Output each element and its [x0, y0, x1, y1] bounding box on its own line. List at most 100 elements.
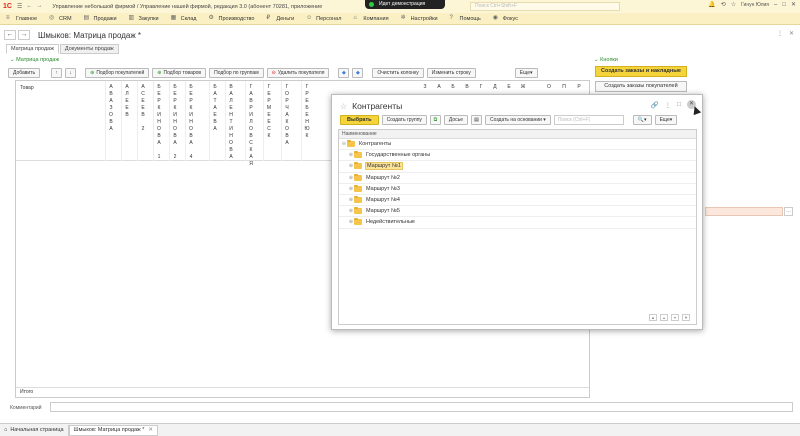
column-header-buyer[interactable]: Б — [450, 84, 456, 91]
column-header-buyer[interactable]: Г Р Е Б Е Н Ю К — [304, 84, 310, 140]
section-company[interactable]: ⌂ Компания — [353, 15, 388, 22]
copy-icon[interactable]: ⧉ — [429, 114, 441, 125]
search-options-button[interactable]: 🔍 ▾ — [632, 114, 652, 125]
column-header-buyer[interactable]: Д — [492, 84, 498, 91]
back-icon[interactable]: ← — [26, 3, 32, 10]
forward-icon[interactable]: → — [36, 3, 42, 10]
column-header-buyer[interactable]: Г Е Р М Е Е С К — [266, 84, 272, 140]
section-money[interactable]: ₽ Деньги — [266, 15, 294, 22]
favorites-icon[interactable]: ☆ — [731, 1, 736, 8]
pick-buyers-button[interactable]: ⊕ Подбор покупателей — [85, 67, 150, 78]
tab-sales-documents[interactable]: Документы продаж — [59, 44, 119, 54]
move-down-button[interactable]: ↓ — [65, 67, 77, 78]
favorite-star-icon[interactable]: ☆ — [340, 102, 347, 111]
close-window-icon[interactable]: ✕ — [791, 1, 796, 8]
column-header-buyer[interactable]: П — [561, 84, 567, 91]
clear-column-button[interactable]: Очистить колонку — [372, 67, 424, 78]
list-item[interactable]: ⊕ Маршрут №4 — [339, 195, 696, 207]
pick-goods-button[interactable]: ⊕ Подбор товаров — [152, 67, 207, 78]
dialog-search-input[interactable]: Поиск (Ctrl+F) — [553, 114, 624, 125]
more-options-icon[interactable]: ⋮ — [665, 101, 672, 109]
pick-by-groups-button[interactable]: Подбор по группам — [209, 67, 264, 78]
section-production[interactable]: ⚙ Производство — [209, 15, 255, 22]
create-orders-and-invoices-button[interactable]: Создать заказы и накладные — [595, 66, 687, 77]
column-header-buyer[interactable]: З — [422, 84, 428, 91]
move-up-button[interactable]: ↑ — [51, 67, 63, 78]
column-header-buyer[interactable]: Г О Р Ч А К О В А — [284, 84, 290, 147]
field-choice-icon[interactable]: … — [784, 207, 793, 216]
section-home[interactable]: ≡ Главное — [6, 15, 37, 22]
list-item[interactable]: ⊕ Маршрут №5 — [339, 206, 696, 218]
global-search-input[interactable]: Поиск Ctrl+Shift+F — [470, 2, 620, 11]
tab-start-page[interactable]: ⌂ Начальная страница — [0, 424, 69, 436]
create-group-button[interactable]: Создать группу — [381, 114, 427, 125]
link-icon[interactable]: 🔗 — [650, 101, 658, 109]
forward-button[interactable]: → — [18, 30, 30, 40]
column-header-buyer[interactable]: В — [464, 84, 470, 91]
section-purchases[interactable]: ▥ Закупки — [129, 15, 159, 22]
list-item-selected[interactable]: ⊕ Маршрут №1 — [339, 161, 696, 173]
column-header-buyer[interactable]: А Л Е Е В — [124, 84, 130, 119]
column-header-buyer[interactable]: Ж — [520, 84, 526, 91]
column-header-buyer[interactable]: Р — [576, 84, 582, 91]
user-name[interactable]: Гинун Юлия — [741, 2, 769, 8]
create-buyer-orders-button[interactable]: Создать заказы покупателей — [595, 81, 687, 92]
scroll-down-icon[interactable]: ▾ — [671, 314, 679, 321]
history-icon[interactable]: ⟲ — [721, 1, 726, 8]
section-help[interactable]: ? Помощь — [450, 15, 481, 22]
close-tab-icon[interactable]: ✕ — [148, 427, 153, 433]
create-based-on-button[interactable]: Создать на основании ▾ — [485, 114, 551, 125]
section-staff[interactable]: ☺ Персонал — [306, 15, 341, 22]
scroll-bottom-icon[interactable]: ▼ — [682, 314, 690, 321]
close-form-icon[interactable]: ✕ — [789, 30, 794, 37]
column-header-buyer[interactable]: А — [436, 84, 442, 91]
fill-left-button[interactable]: ◆ — [338, 67, 350, 78]
column-header-buyer[interactable]: А С Е Е В 2 — [140, 84, 146, 133]
column-header-buyer[interactable]: Г — [478, 84, 484, 91]
dossier-button[interactable]: Досье — [443, 114, 469, 125]
list-item[interactable]: ⊕ Недействительные — [339, 217, 696, 229]
column-header-buyer[interactable]: О — [546, 84, 552, 91]
column-header-buyer[interactable]: В А Л Е Н Т И Н О В А — [228, 84, 234, 161]
select-button[interactable]: Выбрать — [340, 114, 379, 125]
highlighted-field[interactable] — [705, 207, 783, 216]
section-focus[interactable]: ◉ Фокус — [493, 15, 518, 22]
section-settings[interactable]: ✲ Настройки — [401, 15, 438, 22]
column-header-buyer[interactable]: Г А В Р И Л О В С К А Я — [248, 84, 254, 168]
notifications-icon[interactable]: 🔔 — [708, 1, 715, 8]
list-item[interactable]: ⊕ Маршрут №3 — [339, 184, 696, 195]
minimize-icon[interactable]: – — [774, 2, 777, 8]
maximize-icon[interactable]: □ — [677, 101, 681, 108]
menu-icon[interactable]: ☰ — [17, 3, 22, 10]
section-sales[interactable]: ▤ Продажи — [84, 15, 117, 22]
tab-sales-matrix[interactable]: Матрица продаж — [6, 44, 59, 54]
column-header-buyer[interactable]: Б Е Р К И Н О В А 1 — [156, 84, 162, 161]
tree-root[interactable]: ⊖ Контрагенты — [339, 139, 696, 151]
scroll-up-icon[interactable]: ▴ — [660, 314, 668, 321]
column-header-buyer[interactable]: Б А Т А Е В А — [212, 84, 218, 133]
maximize-icon[interactable]: □ — [782, 2, 786, 8]
tab-sales-matrix-window[interactable]: Шмыков: Матрица продаж * ✕ — [68, 424, 158, 436]
dialog-more-button[interactable]: Еще ▾ — [654, 114, 678, 125]
column-header-buyer[interactable]: А В А З О В А — [108, 84, 114, 133]
more-options-icon[interactable]: ⋮ — [777, 30, 783, 37]
list-item[interactable]: ⊕ Государственные органы — [339, 150, 696, 162]
back-button[interactable]: ← — [4, 30, 16, 40]
group-title-matrix[interactable]: ⌄ Матрица продаж — [10, 57, 59, 63]
delete-buyer-button[interactable]: ⊖ Удалить покупателя — [266, 67, 330, 78]
list-item[interactable]: ⊕ Маршрут №2 — [339, 173, 696, 184]
scroll-top-icon[interactable]: ▲ — [649, 314, 657, 321]
column-header-buyer[interactable]: Б Е Р К И Н О В А 4 — [188, 84, 194, 161]
change-row-button[interactable]: Изменить строку — [426, 67, 476, 78]
section-crm[interactable]: ◎ CRM — [49, 15, 72, 22]
column-header-buyer[interactable]: Б Е Р К И Н О В А 2 — [172, 84, 178, 161]
add-button[interactable]: Добавить — [8, 67, 41, 78]
more-button[interactable]: Еще ▾ — [514, 67, 538, 78]
section-warehouse[interactable]: ▦ Склад — [171, 15, 197, 22]
report-icon[interactable]: ▤ — [471, 114, 483, 125]
comment-input[interactable] — [50, 402, 793, 412]
counterparties-list[interactable]: Наименование ⊖ Контрагенты ⊕ Государствен… — [338, 129, 697, 325]
column-header-buyer[interactable]: Е — [506, 84, 512, 91]
group-title-buttons[interactable]: ⌄ Кнопки — [594, 57, 618, 63]
fill-right-button[interactable]: ◆ — [352, 67, 364, 78]
